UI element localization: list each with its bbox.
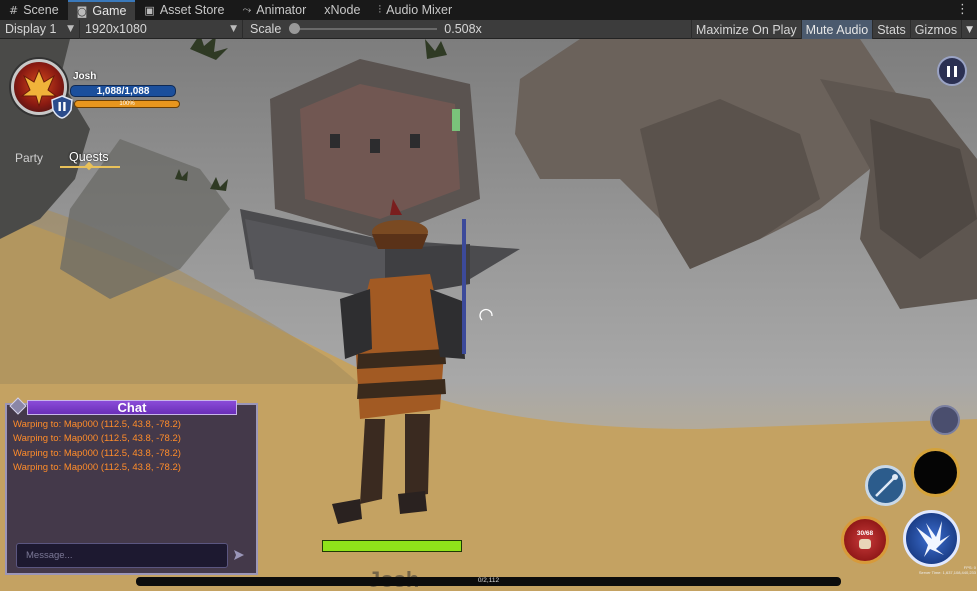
- player-name: Josh: [73, 71, 97, 82]
- chevron-down-icon: ▼: [67, 24, 74, 34]
- chevron-down-icon: ▼: [966, 24, 973, 35]
- claw-strike-icon: [916, 521, 950, 557]
- health-bar: 1,088/1,088: [70, 85, 176, 97]
- experience-bar: 100%: [74, 100, 180, 108]
- mixer-icon: ⫶: [378, 3, 382, 16]
- tab-animator[interactable]: ⤳ Animator: [233, 0, 315, 20]
- chat-message: Warping to: Map000 (112.5, 43.8, -78.2): [13, 419, 181, 430]
- more-options-icon[interactable]: ⋮: [956, 2, 969, 17]
- chat-window: Chat Warping to: Map000 (112.5, 43.8, -7…: [5, 397, 258, 575]
- character-health-bar: [322, 540, 462, 552]
- chat-title: Chat: [27, 400, 237, 415]
- pause-icon: [947, 65, 950, 77]
- gizmos-dropdown-arrow[interactable]: ▼: [961, 20, 977, 39]
- potion-button[interactable]: 30/68: [841, 516, 889, 564]
- resolution-dropdown[interactable]: 1920x1080 ▼: [80, 19, 243, 39]
- stats-toggle[interactable]: Stats: [872, 20, 910, 39]
- editor-tab-strip: # Scene ◙ Game ▣ Asset Store ⤳ Animator xNod…: [0, 0, 977, 20]
- bag-icon: ▣: [144, 3, 155, 17]
- chevron-down-icon: ▼: [230, 24, 237, 34]
- gamepad-icon: ◙: [76, 4, 88, 18]
- display-dropdown[interactable]: Display 1 ▼: [0, 19, 80, 39]
- staff-icon: [875, 474, 898, 497]
- send-icon[interactable]: [233, 549, 245, 561]
- pause-shield-icon[interactable]: [51, 95, 73, 119]
- skill-slot-dark[interactable]: [911, 448, 960, 497]
- tab-scene[interactable]: # Scene: [0, 0, 68, 20]
- chat-message: Warping to: Map000 (112.5, 43.8, -78.2): [13, 447, 181, 459]
- scale-slider[interactable]: [289, 23, 438, 34]
- skill-slot-empty[interactable]: [930, 405, 960, 435]
- pause-button[interactable]: [937, 56, 967, 86]
- mute-audio-toggle[interactable]: Mute Audio: [800, 20, 873, 39]
- drag-handle-icon[interactable]: [9, 397, 27, 415]
- scale-control: Scale 0.508x: [250, 22, 482, 36]
- grid-icon: #: [9, 3, 19, 17]
- potion-icon: [859, 539, 871, 549]
- tab-audio-mixer[interactable]: ⫶ Audio Mixer: [369, 0, 461, 20]
- tab-asset-store[interactable]: ▣ Asset Store: [135, 0, 233, 20]
- scale-slider-handle[interactable]: [289, 23, 301, 34]
- maximize-on-play-toggle[interactable]: Maximize On Play: [690, 20, 801, 39]
- debug-info: FPS: 0 Server Time: 1,637,108,440,233: [918, 565, 976, 575]
- game-toolbar: Display 1 ▼ 1920x1080 ▼ Scale 0.508x Maxim…: [0, 19, 977, 39]
- chat-log: Warping to: Map000 (112.5, 43.8, -78.2) …: [13, 418, 181, 475]
- chat-message-input[interactable]: Message...: [16, 543, 228, 568]
- gizmos-toggle[interactable]: Gizmos: [909, 20, 961, 39]
- animator-icon: ⤳: [242, 3, 252, 16]
- tab-game[interactable]: ◙ Game: [67, 0, 136, 20]
- main-attack-button[interactable]: [903, 510, 960, 567]
- chat-message: Warping to: Map000 (112.5, 43.8, -78.2): [13, 433, 181, 445]
- game-viewport[interactable]: Josh 1,088/1,088 100% Party Quests Chat …: [0, 39, 977, 591]
- staff-skill-button[interactable]: [865, 465, 906, 506]
- tab-party[interactable]: Party: [15, 151, 43, 165]
- game-hud: Josh 1,088/1,088 100% Party Quests Chat …: [0, 39, 977, 591]
- chat-message: Warping to: Map000 (112.5, 43.8, -78.2): [13, 461, 181, 473]
- experience-progress-bar: 0/2,112: [136, 577, 841, 586]
- tab-xnode[interactable]: xNode: [315, 0, 369, 20]
